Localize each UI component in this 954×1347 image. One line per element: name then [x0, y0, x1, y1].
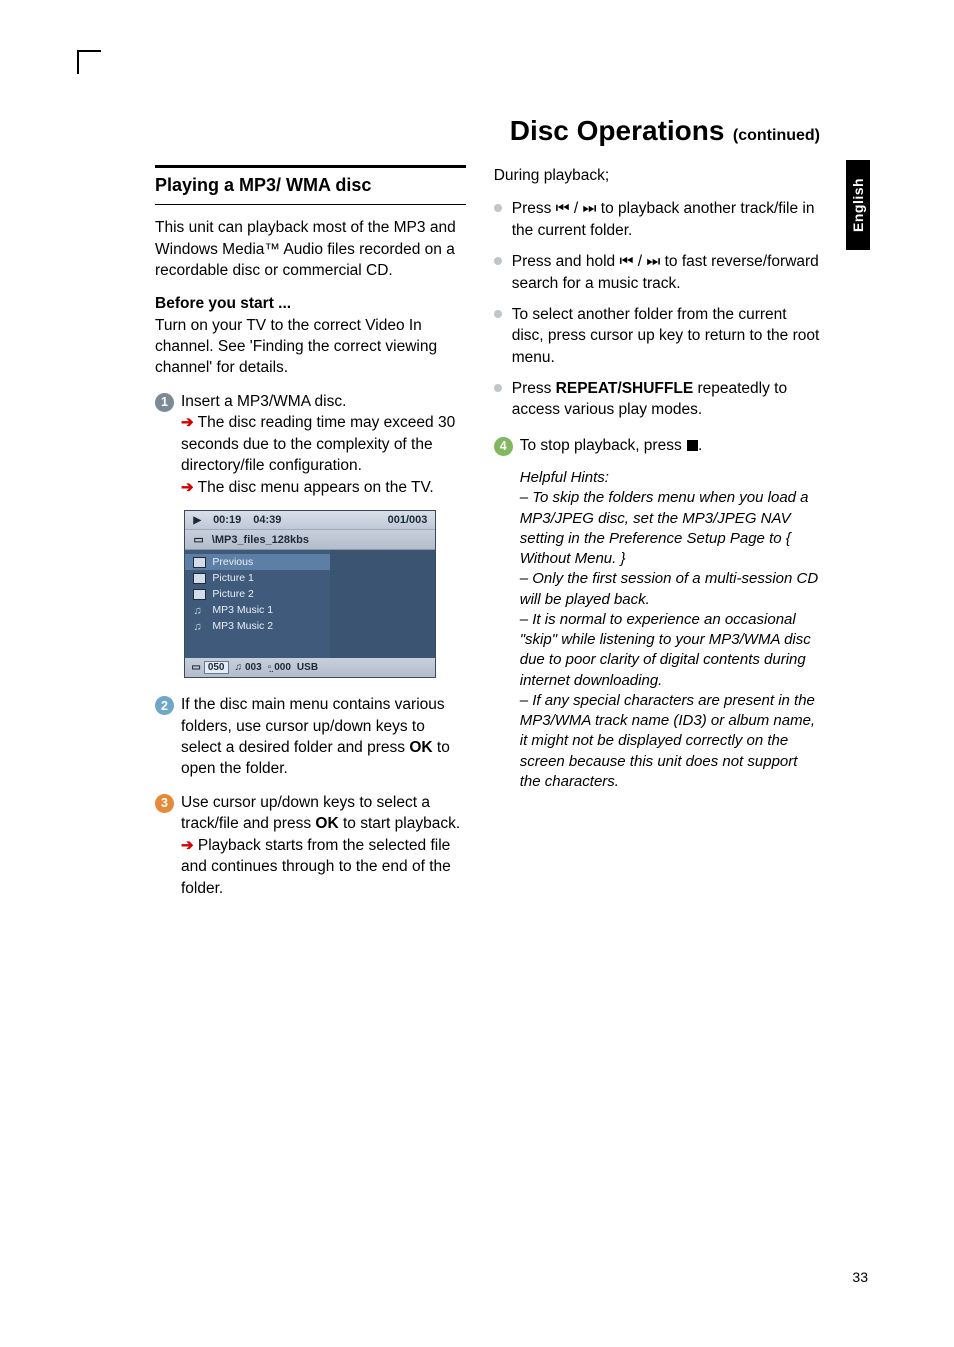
music-note-icon: ♫ — [193, 621, 206, 632]
list-item-label: MP3 Music 1 — [212, 604, 273, 616]
ok-key: OK — [315, 815, 338, 832]
bullet-dot-icon — [494, 204, 502, 212]
bullet-item: Press and hold ⏮ / ⏭ to fast reverse/for… — [494, 251, 820, 294]
list-item: Picture 2 — [185, 586, 330, 602]
skip-keys-icon: ⏮ / ⏭ — [556, 200, 597, 217]
folder-icon: ▭ — [193, 533, 203, 546]
footer-mode: USB — [297, 662, 318, 673]
bullet-text: To select another folder from the curren… — [512, 304, 820, 368]
step4-text: To stop playback, press — [520, 437, 686, 454]
image-icon: ▫̤ — [268, 662, 272, 673]
footer-folders: 050 — [204, 661, 229, 674]
step-1: 1 Insert a MP3/WMA disc. ➔ The disc read… — [155, 391, 466, 499]
ok-key: OK — [409, 739, 432, 756]
picture-icon — [193, 589, 206, 600]
bullet-item: Press ⏮ / ⏭ to playback another track/fi… — [494, 198, 820, 241]
disc-menu-topbar: ▶ 00:19 04:39 001/003 — [185, 511, 435, 530]
list-item-label: MP3 Music 2 — [212, 620, 273, 632]
step1-line2: The disc reading time may exceed 30 seco… — [181, 414, 455, 474]
time-total: 04:39 — [253, 514, 281, 526]
music-note-icon: ♫ — [235, 662, 243, 673]
step-number-icon: 4 — [494, 437, 513, 456]
list-item: Previous — [185, 554, 330, 570]
list-item: Picture 1 — [185, 570, 330, 586]
before-text: Turn on your TV to the correct Video In … — [155, 317, 437, 377]
skip-keys-icon: ⏮ / ⏭ — [619, 253, 660, 270]
rule — [155, 165, 466, 168]
crop-mark — [77, 50, 101, 74]
language-tab: English — [846, 160, 870, 250]
step-number-icon: 3 — [155, 794, 174, 813]
step-4: 4 To stop playback, press . — [494, 435, 820, 456]
left-column: Playing a MP3/ WMA disc This unit can pl… — [155, 165, 466, 911]
arrow-icon: ➔ — [181, 479, 194, 496]
arrow-icon: ➔ — [181, 837, 194, 854]
disc-menu-path: \MP3_files_128kbs — [212, 534, 309, 546]
rule — [155, 204, 466, 205]
hint-line: – To skip the folders menu when you load… — [520, 489, 809, 547]
step-number-icon: 1 — [155, 393, 174, 412]
step-3: 3 Use cursor up/down keys to select a tr… — [155, 792, 466, 899]
step3-line2: Playback starts from the selected file a… — [181, 837, 451, 897]
page-title: Disc Operations — [510, 115, 725, 146]
bullet-dot-icon — [494, 310, 502, 318]
disc-menu-path-row: ▭ \MP3_files_128kbs — [185, 530, 435, 550]
intro-paragraph: This unit can playback most of the MP3 a… — [155, 217, 466, 281]
time-current: 00:19 — [213, 514, 241, 526]
step2-text: If the disc main menu contains various f… — [181, 696, 445, 756]
stop-icon — [687, 440, 698, 451]
step1-line1: Insert a MP3/WMA disc. — [181, 393, 346, 410]
disc-menu-screenshot: ▶ 00:19 04:39 001/003 ▭ \MP3_files_128kb… — [184, 510, 436, 678]
page-number: 33 — [852, 1269, 868, 1285]
bullet-text: Press and hold — [512, 253, 620, 270]
page-body: Disc Operations (continued) Playing a MP… — [155, 115, 820, 911]
folder-icon — [193, 557, 206, 568]
list-item-label: Picture 1 — [212, 572, 253, 584]
step-number-icon: 2 — [155, 696, 174, 715]
section-heading: Playing a MP3/ WMA disc — [155, 173, 466, 198]
list-item: ♫ MP3 Music 2 — [185, 618, 330, 634]
hint-line: – It is normal to experience an occasion… — [520, 610, 820, 691]
disc-menu-list: Previous Picture 1 Picture 2 ♫ MP3 Music … — [185, 550, 330, 658]
helpful-hints: Helpful Hints: – To skip the folders men… — [494, 468, 820, 792]
bullet-text: Press — [512, 380, 556, 397]
right-column: During playback; Press ⏮ / ⏭ to playback… — [494, 165, 820, 911]
list-item-label: Picture 2 — [212, 588, 253, 600]
before-start: Before you start ... Turn on your TV to … — [155, 293, 466, 379]
picture-icon — [193, 573, 206, 584]
folder-icon: ▭ — [191, 662, 200, 673]
track-counter: 001/003 — [388, 514, 428, 526]
disc-menu-preview — [330, 550, 435, 658]
disc-menu-footer: ▭ 050 ♫003 ▫̤000 USB — [185, 658, 435, 677]
music-note-icon: ♫ — [193, 605, 206, 616]
list-item: ♫ MP3 Music 1 — [185, 602, 330, 618]
footer-images: 000 — [274, 662, 291, 673]
play-icon: ▶ — [193, 515, 201, 526]
during-playback-label: During playback; — [494, 165, 820, 186]
page-title-row: Disc Operations (continued) — [155, 115, 820, 147]
step4-tail: . — [698, 437, 702, 454]
hint-line: – If any special characters are present … — [520, 691, 820, 792]
bullet-item: Press REPEAT/SHUFFLE repeatedly to acces… — [494, 378, 820, 421]
step-2: 2 If the disc main menu contains various… — [155, 694, 466, 780]
bullet-dot-icon — [494, 384, 502, 392]
bullet-dot-icon — [494, 257, 502, 265]
step3-tail: to start playback. — [339, 815, 460, 832]
step1-line3: The disc menu appears on the TV. — [194, 479, 434, 496]
before-label: Before you start ... — [155, 295, 291, 312]
bullet-item: To select another folder from the curren… — [494, 304, 820, 368]
arrow-icon: ➔ — [181, 414, 194, 431]
bullet-text: Press — [512, 200, 556, 217]
hint-line: – Only the first session of a multi-sess… — [520, 569, 820, 610]
hints-label: Helpful Hints: — [520, 468, 820, 488]
list-item-label: Previous — [212, 556, 253, 568]
repeat-shuffle-key: REPEAT/SHUFFLE — [556, 380, 694, 397]
footer-tracks: 003 — [245, 662, 262, 673]
page-title-continued: (continued) — [733, 127, 820, 144]
